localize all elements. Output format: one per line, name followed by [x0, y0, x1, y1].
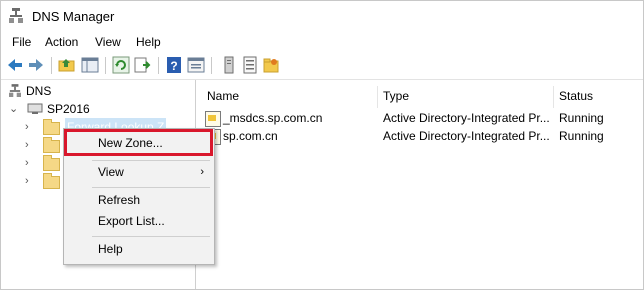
highlight-box: [64, 129, 213, 156]
row-status: Running: [559, 111, 604, 125]
refresh-icon[interactable]: [112, 56, 130, 74]
toolbar-separator: [105, 57, 106, 74]
row-name: _msdcs.sp.com.cn: [223, 111, 323, 125]
forward-arrow-icon[interactable]: [27, 56, 45, 74]
folder-icon: [43, 119, 60, 135]
row-name: sp.com.cn: [223, 129, 278, 143]
dns-icon: [9, 84, 21, 97]
show-hide-tree-icon[interactable]: [81, 56, 99, 74]
column-header-name[interactable]: Name: [207, 86, 239, 106]
tree-root-dns[interactable]: DNS: [7, 82, 127, 100]
menu-item-help[interactable]: Help: [64, 238, 214, 260]
menu-item-label: View: [98, 165, 124, 179]
help-icon[interactable]: ?: [165, 56, 183, 74]
column-divider[interactable]: [553, 86, 554, 108]
chevron-right-icon[interactable]: ›: [25, 136, 29, 154]
menu-bar: File Action View Help: [1, 32, 643, 52]
dns-app-icon: [9, 8, 23, 23]
tree-server-sp2016[interactable]: ⌄ SP2016: [7, 100, 157, 118]
menu-item-label: Export List...: [98, 214, 165, 228]
svg-text:?: ?: [170, 59, 177, 73]
column-divider[interactable]: [377, 86, 378, 108]
list-icon[interactable]: [241, 56, 259, 74]
row-type: Active Directory-Integrated Pr...: [383, 111, 550, 125]
chevron-right-icon: ›: [200, 166, 204, 178]
server-icon[interactable]: [220, 56, 238, 74]
export-list-icon[interactable]: [134, 56, 152, 74]
row-status: Running: [559, 129, 604, 143]
back-arrow-icon[interactable]: [6, 56, 24, 74]
row-type: Active Directory-Integrated Pr...: [383, 129, 550, 143]
window-title: DNS Manager: [32, 9, 115, 24]
tree-root-label: DNS: [26, 84, 52, 98]
new-folder-icon[interactable]: [262, 56, 280, 74]
menu-item-refresh[interactable]: Refresh: [64, 189, 214, 211]
toolbar: ?: [1, 53, 643, 80]
folder-icon: [43, 155, 60, 171]
folder-icon: [43, 173, 60, 189]
results-list: Name Type Status _msdcs.sp.com.cn Active…: [197, 80, 643, 289]
menu-separator: [92, 187, 210, 188]
server-icon: [27, 103, 43, 114]
chevron-down-icon[interactable]: ⌄: [9, 100, 18, 118]
toolbar-separator: [211, 57, 212, 74]
menu-item-export-list[interactable]: Export List...: [64, 210, 214, 232]
menu-file[interactable]: File: [12, 35, 31, 49]
menu-view[interactable]: View: [95, 35, 121, 49]
title-bar: DNS Manager: [1, 1, 643, 31]
chevron-right-icon[interactable]: ›: [25, 172, 29, 190]
folder-icon: [43, 137, 60, 153]
menu-item-view[interactable]: View ›: [64, 161, 214, 183]
menu-item-label: Refresh: [98, 193, 141, 207]
dns-manager-window: DNS Manager File Action View Help ? DNS …: [0, 0, 644, 290]
toolbar-separator: [51, 57, 52, 74]
up-folder-icon[interactable]: [58, 56, 76, 74]
column-header-status[interactable]: Status: [559, 86, 593, 106]
menu-help[interactable]: Help: [136, 35, 161, 49]
properties-icon[interactable]: [187, 56, 205, 74]
tree-server-label: SP2016: [47, 102, 90, 116]
chevron-right-icon[interactable]: ›: [25, 118, 29, 136]
menu-action[interactable]: Action: [45, 35, 78, 49]
toolbar-separator: [158, 57, 159, 74]
zone-icon: [205, 111, 221, 127]
chevron-right-icon[interactable]: ›: [25, 154, 29, 172]
column-header-type[interactable]: Type: [383, 86, 409, 106]
menu-item-label: Help: [98, 242, 123, 256]
menu-separator: [92, 236, 210, 237]
